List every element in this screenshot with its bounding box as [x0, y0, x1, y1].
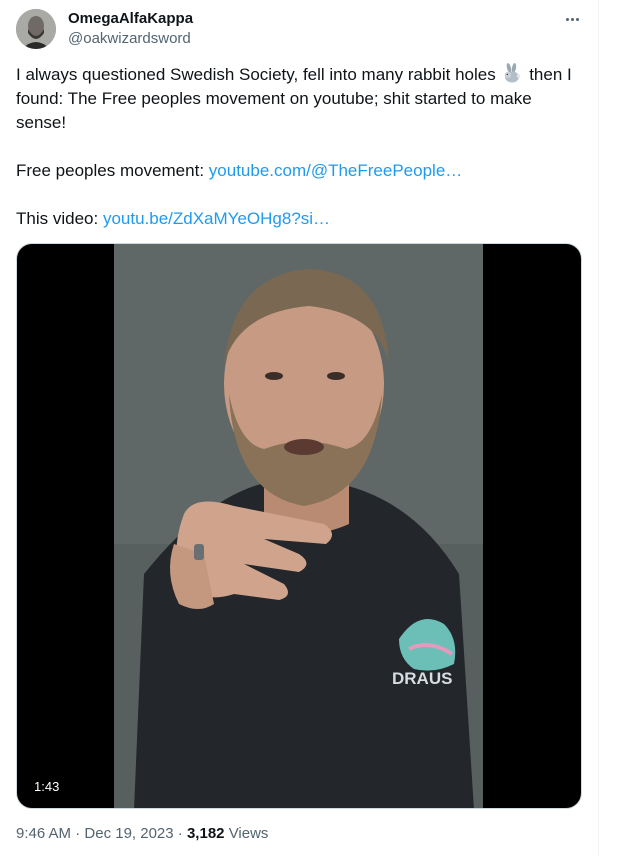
- author-display-name[interactable]: OmegaAlfaKappa: [68, 10, 193, 27]
- video-label: This video:: [16, 209, 99, 228]
- views-count: 3,182: [186, 825, 225, 842]
- tweet-text-part-1: I always questioned Swedish Society, fel…: [16, 65, 496, 84]
- tweet-date[interactable]: Dec 19, 2023: [84, 825, 173, 842]
- tweet-paragraph-2: Free peoples movement: youtube.com/@TheF…: [16, 159, 582, 183]
- video-duration-badge: 1:43: [29, 777, 65, 796]
- tweet-text: I always questioned Swedish Society, fel…: [16, 63, 582, 231]
- tweet-paragraph-1: I always questioned Swedish Society, fel…: [16, 63, 582, 135]
- author-handle[interactable]: @oakwizardsword: [68, 30, 191, 47]
- video-player[interactable]: DRAUS 1:43: [16, 243, 582, 809]
- user-avatar[interactable]: [16, 9, 56, 49]
- shirt-logo-text: DRAUS: [392, 669, 452, 688]
- more-options-icon[interactable]: [562, 9, 582, 29]
- video-link[interactable]: youtu.be/ZdXaMYeOHg8?si…: [103, 209, 330, 228]
- tweet: OmegaAlfaKappa @oakwizardsword I always …: [0, 0, 598, 856]
- meta-separator-2: ·: [177, 825, 183, 842]
- tweet-time[interactable]: 9:46 AM: [16, 825, 71, 842]
- meta-separator-1: ·: [75, 825, 81, 842]
- column-border: [598, 0, 599, 856]
- tweet-header: OmegaAlfaKappa @oakwizardsword: [16, 9, 582, 49]
- movement-link[interactable]: youtube.com/@TheFreePeople…: [209, 161, 463, 180]
- tweet-paragraph-3: This video: youtu.be/ZdXaMYeOHg8?si…: [16, 207, 582, 231]
- views-label: Views: [228, 825, 269, 842]
- movement-label: Free peoples movement:: [16, 161, 205, 180]
- rabbit-emoji-icon: [502, 63, 522, 83]
- tweet-metadata: 9:46 AM · Dec 19, 2023 · 3,182 Views: [16, 825, 268, 842]
- video-thumbnail: DRAUS: [114, 244, 483, 808]
